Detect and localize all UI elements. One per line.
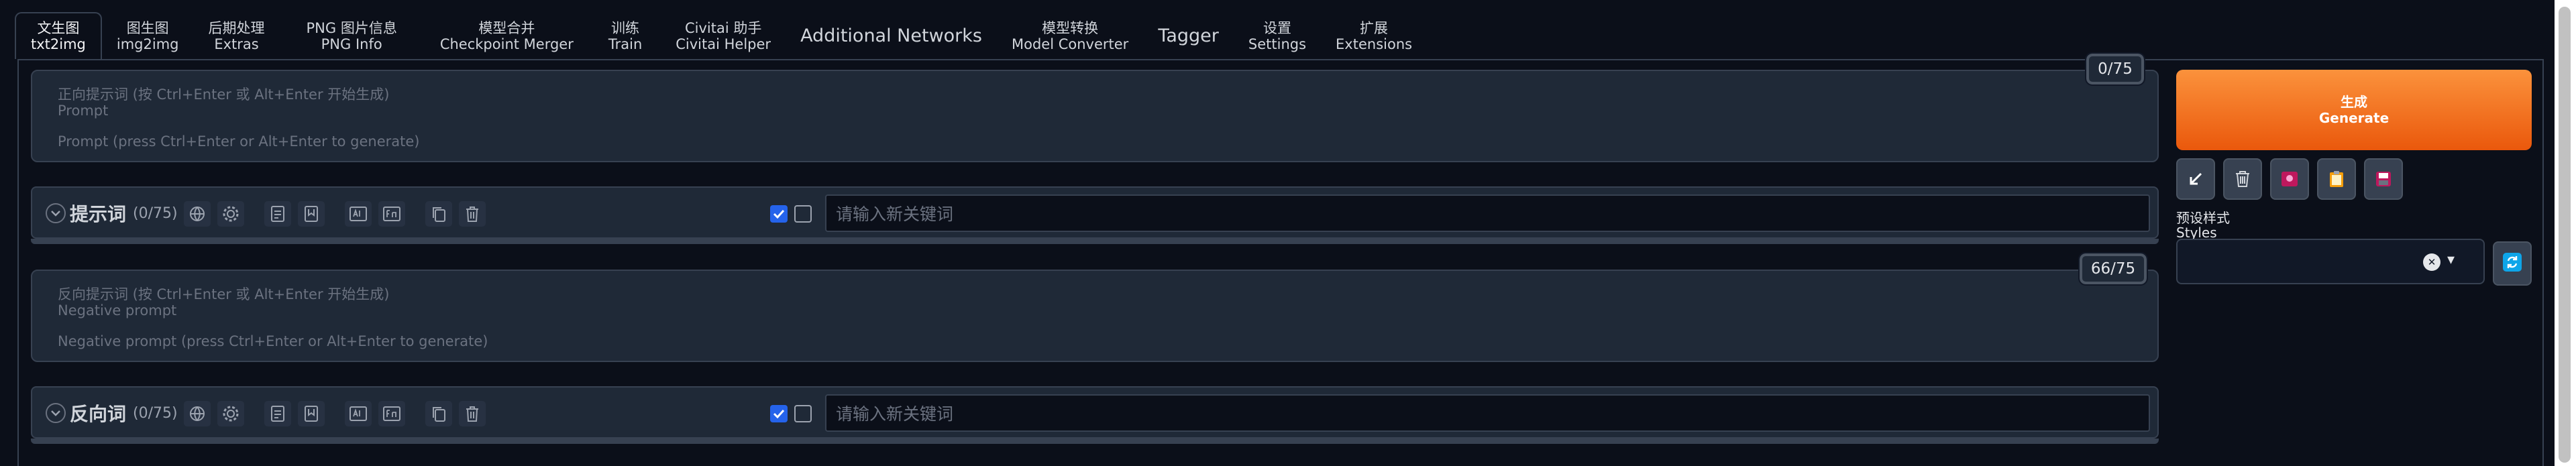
gear-icon[interactable]	[217, 201, 244, 227]
negative-placeholder-en: Negative prompt (press Ctrl+Enter or Alt…	[58, 333, 488, 349]
model-icon[interactable]	[2270, 158, 2309, 200]
styles-dropdown[interactable]: ✕ ▾	[2176, 239, 2485, 284]
negative-keyword-input[interactable]: 请输入新关键词	[825, 394, 2150, 432]
tab-label-zh: 设置	[1263, 20, 1291, 36]
prompt-toolbar-title[interactable]: 提示词	[46, 200, 126, 227]
refresh-styles-button[interactable]	[2493, 241, 2532, 286]
generate-button[interactable]: 生成 Generate	[2176, 70, 2532, 150]
tab-label-en: img2img	[116, 36, 179, 52]
arrow-icon[interactable]	[2176, 158, 2215, 200]
negative-placeholder-label: Negative prompt	[58, 302, 177, 318]
negative-token-counter: 66/75	[2078, 252, 2148, 286]
prompt-token-counter: 0/75	[2085, 52, 2145, 86]
copy-icon[interactable]	[425, 401, 452, 426]
keyword-checkbox[interactable]	[770, 205, 788, 223]
prompt-toolbar-count: (0/75)	[133, 205, 178, 222]
tab-label-zh: 扩展	[1360, 20, 1389, 36]
abc-icon[interactable]	[345, 401, 372, 426]
tab-label-en: Checkpoint Merger	[439, 36, 574, 52]
prompt-placeholder-zh: 正向提示词 (按 Ctrl+Enter 或 Alt+Enter 开始生成)	[58, 86, 390, 103]
panel-toggle[interactable]	[794, 205, 812, 223]
tab-label-zh: Civitai 助手	[684, 20, 762, 36]
negative-prompt-textarea[interactable]: 反向提示词 (按 Ctrl+Enter 或 Alt+Enter 开始生成) Ne…	[31, 270, 2159, 362]
keyword-checkbox[interactable]	[770, 405, 788, 422]
clear-icon[interactable]: ✕	[2423, 253, 2440, 271]
tab-img2img[interactable]: 图生图 img2img	[102, 13, 194, 59]
prompt-placeholder-en: Prompt (press Ctrl+Enter or Alt+Enter to…	[58, 133, 420, 150]
styles-label-zh: 预设样式	[2176, 210, 2230, 226]
tab-model-converter[interactable]: 模型转换 Model Converter	[997, 13, 1143, 59]
scrollbar-thumb[interactable]	[2559, 7, 2571, 463]
tab-settings[interactable]: 设置 Settings	[1234, 13, 1321, 59]
tab-bar: 文生图 txt2img 图生图 img2img 后期处理 Extras PNG 图片信…	[15, 12, 2544, 59]
trash-icon[interactable]	[2223, 158, 2262, 200]
tab-label-en: Settings	[1248, 36, 1307, 52]
tab-label-zh: 后期处理	[208, 20, 265, 36]
trash-icon[interactable]	[459, 401, 486, 426]
bookmark-icon[interactable]	[298, 201, 325, 227]
prompt-textarea[interactable]: 正向提示词 (按 Ctrl+Enter 或 Alt+Enter 开始生成) Pr…	[31, 70, 2159, 162]
document-icon[interactable]	[264, 401, 291, 426]
copy-icon[interactable]	[425, 201, 452, 227]
tab-label-zh: 文生图	[37, 20, 80, 36]
toolbar-footer	[31, 439, 2159, 444]
tab-label-en: Train	[608, 36, 643, 52]
generate-label-en: Generate	[2318, 110, 2390, 126]
translate-icon[interactable]	[378, 201, 405, 227]
tab-label-en: txt2img	[31, 36, 86, 52]
tab-label-en: Extensions	[1336, 36, 1413, 52]
trash-icon[interactable]	[459, 201, 486, 227]
tab-label: Tagger	[1158, 25, 1219, 46]
negative-toolbar-count: (0/75)	[133, 405, 178, 422]
tab-label-zh: PNG 图片信息	[306, 20, 397, 36]
tab-label-en: PNG Info	[321, 36, 382, 52]
tab-png-info[interactable]: PNG 图片信息 PNG Info	[280, 13, 424, 59]
abc-icon[interactable]	[345, 201, 372, 227]
toolbar-title-text: 反向词	[70, 403, 127, 425]
styles-label-en: Styles	[2176, 225, 2217, 241]
page-scrollbar[interactable]	[2555, 0, 2576, 466]
globe-icon[interactable]	[184, 401, 211, 426]
negative-toolbar-title[interactable]: 反向词	[46, 400, 126, 426]
prompt-keyword-input[interactable]: 请输入新关键词	[825, 194, 2150, 232]
prompt-toolbar: 提示词 (0/75) 请输入新关键词	[31, 186, 2159, 239]
tab-additional-networks[interactable]: Additional Networks	[786, 13, 997, 59]
tab-txt2img[interactable]: 文生图 txt2img	[15, 12, 102, 59]
clipboard-icon[interactable]	[2317, 158, 2356, 200]
refresh-icon	[2502, 252, 2522, 275]
tab-civitai-helper[interactable]: Civitai 助手 Civitai Helper	[661, 13, 786, 59]
tab-label-zh: 模型转换	[1042, 20, 1099, 36]
generate-label-zh: 生成	[2341, 94, 2367, 110]
tab-tagger[interactable]: Tagger	[1143, 13, 1234, 59]
chevron-down-icon	[46, 203, 66, 223]
bookmark-icon[interactable]	[298, 401, 325, 426]
toolbar-title-text: 提示词	[70, 203, 127, 225]
tab-label: Additional Networks	[800, 25, 982, 46]
translate-icon[interactable]	[378, 401, 405, 426]
tab-label-zh: 训练	[611, 20, 640, 36]
tab-extensions[interactable]: 扩展 Extensions	[1321, 13, 1427, 59]
tab-checkpoint-merger[interactable]: 模型合并 Checkpoint Merger	[424, 13, 590, 59]
document-icon[interactable]	[264, 201, 291, 227]
tab-label-en: Model Converter	[1012, 36, 1129, 52]
globe-icon[interactable]	[184, 201, 211, 227]
chevron-down-icon	[46, 403, 66, 423]
panel-toggle[interactable]	[794, 405, 812, 422]
save-icon[interactable]	[2364, 158, 2403, 200]
tab-train[interactable]: 训练 Train	[590, 13, 661, 59]
tab-label-en: Extras	[214, 36, 259, 52]
prompt-placeholder-label: Prompt	[58, 103, 109, 119]
toolbar-footer	[31, 239, 2159, 244]
tab-label-en: Civitai Helper	[676, 36, 771, 52]
negative-placeholder-zh: 反向提示词 (按 Ctrl+Enter 或 Alt+Enter 开始生成)	[58, 286, 390, 302]
tab-label-zh: 模型合并	[478, 20, 535, 36]
negative-toolbar: 反向词 (0/75) 请输入新关键词	[31, 386, 2159, 439]
styles-label: 预设样式 Styles	[2176, 211, 2230, 240]
tab-label-zh: 图生图	[126, 20, 169, 36]
tab-extras[interactable]: 后期处理 Extras	[194, 13, 280, 59]
gear-icon[interactable]	[217, 401, 244, 426]
chevron-down-icon[interactable]: ▾	[2447, 251, 2455, 268]
